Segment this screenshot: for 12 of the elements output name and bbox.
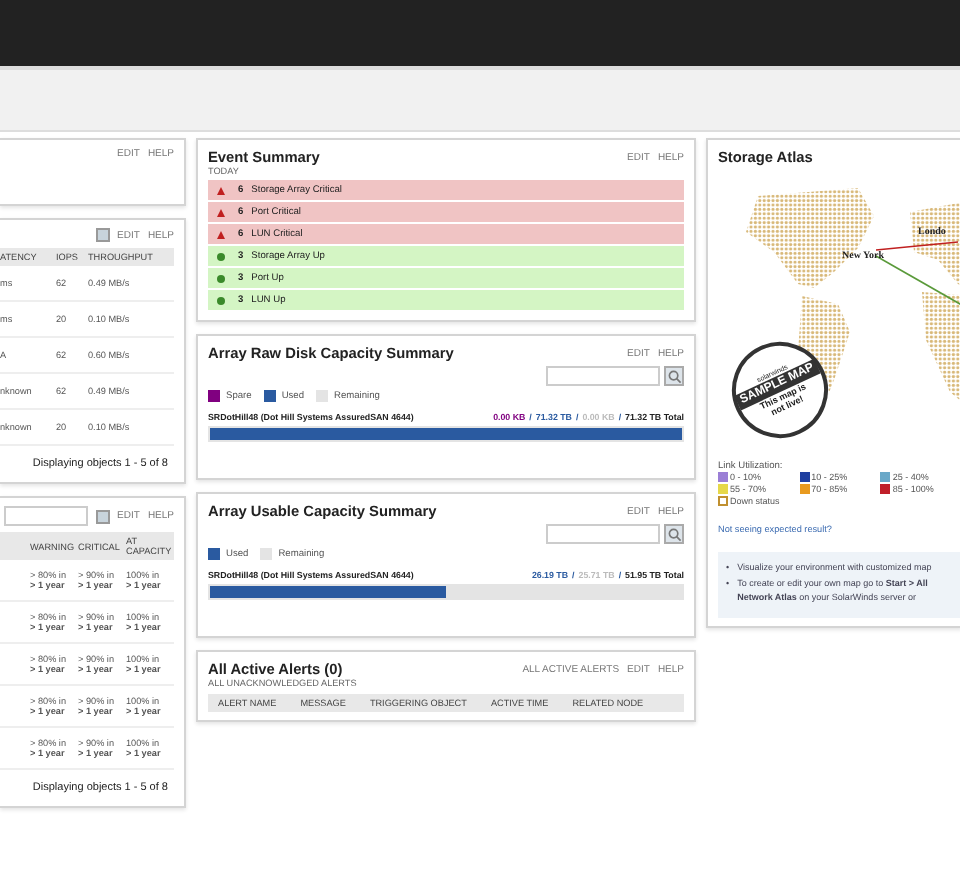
search-icon — [667, 527, 681, 541]
warning-icon — [216, 207, 226, 217]
search-field[interactable] — [3, 506, 88, 526]
search-button[interactable] — [664, 366, 684, 386]
search-field[interactable] — [546, 524, 660, 544]
document-icon[interactable] — [95, 228, 110, 242]
warning-icon — [216, 185, 226, 195]
warning-icon — [216, 229, 226, 239]
search-button[interactable] — [664, 524, 684, 544]
document-icon[interactable] — [95, 509, 110, 523]
search-field[interactable] — [546, 366, 660, 386]
search-icon — [667, 369, 681, 383]
